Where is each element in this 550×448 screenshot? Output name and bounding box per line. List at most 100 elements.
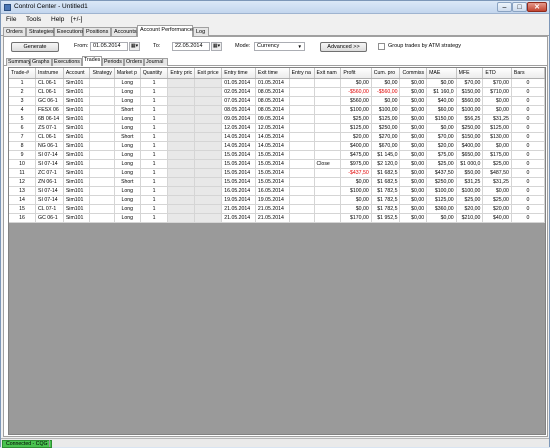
table-cell: $0,00	[482, 186, 512, 196]
table-row[interactable]: 8 NG 06-1 Sim101 Long 1 14.05.2014 14.05.2014 $…	[9, 141, 545, 151]
table-row[interactable]: 7 CL 06-1 Sim101 Short 1 14.05.2014 14.05.2014…	[9, 132, 545, 142]
minimize-button[interactable]: –	[497, 2, 512, 12]
subtab-orders[interactable]: Orders	[124, 58, 144, 66]
table-row[interactable]: 3 GC 06-1 Sim101 Long 1 07.05.2014 08.05.2014 $…	[9, 96, 545, 106]
table-row[interactable]: 16 GC 06-1 Sim101 Long 1 21.05.2014 21.05.2014…	[9, 213, 545, 223]
subtab-periods[interactable]: Periods	[102, 58, 124, 66]
tab-positions[interactable]: Positions	[83, 27, 111, 36]
table-cell: 0	[511, 204, 545, 214]
table-row[interactable]: 4 FESX 06 Sim101 Short 1 08.05.2014 08.05.2014…	[9, 105, 545, 115]
subtab-graphs[interactable]: Graphs	[30, 58, 52, 66]
table-cell: $437,50	[426, 168, 457, 178]
maximize-button[interactable]: □	[512, 2, 527, 12]
advanced-button[interactable]: Advanced >>	[320, 42, 367, 52]
column-header[interactable]: MFE	[456, 68, 484, 79]
column-header[interactable]: Account	[63, 68, 91, 79]
table-cell: $710,00	[482, 87, 512, 97]
group-trades-checkbox[interactable]	[378, 43, 385, 50]
menu-bar: File Tools Help [+/-]	[1, 15, 549, 25]
column-header[interactable]: Market p	[114, 68, 141, 79]
to-date-field[interactable]: 22.05.2014	[172, 42, 210, 51]
column-header[interactable]: Strategy	[89, 68, 115, 79]
table-row[interactable]: 5 6B 06-14 Sim101 Long 1 09.05.2014 09.05.2014…	[9, 114, 545, 124]
column-header[interactable]: Entry time	[221, 68, 256, 79]
trades-grid-area[interactable]: Trade-# Instrume Account Strategy Market p Qu…	[8, 67, 546, 435]
table-row[interactable]: 15 CL 07-1 Sim101 Long 1 21.05.2014 21.05.2014…	[9, 204, 545, 214]
column-header[interactable]: Exit time	[255, 68, 290, 79]
table-cell: Long	[114, 114, 141, 124]
table-cell	[314, 132, 342, 142]
table-cell: 14.05.2014	[221, 141, 256, 151]
table-cell: $0,00	[426, 78, 457, 88]
from-calendar-icon[interactable]: ▦▾	[129, 42, 140, 51]
menu-expand[interactable]: [+/-]	[71, 16, 82, 23]
close-button[interactable]: ✕	[527, 2, 547, 12]
table-cell: Long	[114, 213, 141, 223]
column-header[interactable]: Profit	[340, 68, 372, 79]
to-calendar-icon[interactable]: ▦▾	[211, 42, 222, 51]
table-cell: $1 952,5	[371, 213, 401, 223]
table-cell	[89, 105, 115, 115]
mode-select[interactable]: Currency ▼	[254, 42, 305, 51]
column-header[interactable]: MAE	[426, 68, 457, 79]
column-header[interactable]: Cum. pro	[371, 68, 401, 79]
subtab-executions[interactable]: Executions	[52, 58, 82, 66]
tab-log[interactable]: Log	[193, 27, 209, 36]
column-header[interactable]: Bars	[511, 68, 545, 79]
menu-help[interactable]: Help	[51, 16, 64, 23]
table-cell: 14.05.2014	[255, 132, 290, 142]
table-row[interactable]: 6 ZS 07-1 Sim101 Long 1 12.05.2014 12.05.2014 $…	[9, 123, 545, 133]
table-cell: 1	[140, 213, 169, 223]
table-cell: $210,00	[456, 213, 484, 223]
column-header[interactable]: Instrume	[35, 68, 64, 79]
table-cell: $100,00	[426, 186, 457, 196]
subtab-trades[interactable]: Trades	[82, 56, 102, 66]
column-header[interactable]: Entry pric	[167, 68, 196, 79]
generate-button[interactable]: Generate	[11, 42, 59, 52]
column-header[interactable]: Trade-#	[9, 68, 37, 79]
table-cell: Sim101	[63, 105, 91, 115]
tab-executions[interactable]: Executions	[54, 27, 84, 36]
tab-orders[interactable]: Orders	[3, 27, 26, 36]
column-header[interactable]: Commiss	[399, 68, 428, 79]
column-header[interactable]: Exit price	[194, 68, 223, 79]
table-cell: Long	[114, 96, 141, 106]
table-cell: Sim101	[63, 195, 91, 205]
column-header[interactable]: Entry na	[289, 68, 315, 79]
table-cell: 1	[140, 141, 169, 151]
column-header[interactable]: ETD	[482, 68, 512, 79]
menu-file[interactable]: File	[6, 16, 16, 23]
table-cell	[314, 141, 342, 151]
table-row[interactable]: 11 ZC 07-1 Sim101 Long 1 15.05.2014 15.05.2014…	[9, 168, 545, 178]
menu-tools[interactable]: Tools	[26, 16, 41, 23]
table-cell: Long	[114, 204, 141, 214]
table-cell	[194, 213, 223, 223]
table-cell	[89, 195, 115, 205]
title-bar[interactable]: Control Center - Untitled1 – □ ✕	[1, 1, 549, 14]
column-header[interactable]: Exit nam	[314, 68, 342, 79]
tab-strategies[interactable]: Strategies	[26, 27, 54, 36]
tab-accounts[interactable]: Accounts	[111, 27, 137, 36]
table-cell: Sim101	[63, 114, 91, 124]
subtab-summary[interactable]: Summary	[6, 58, 31, 66]
table-row[interactable]: 10 SI 07-14 Sim101 Long 1 15.05.2014 15.05.201…	[9, 159, 545, 169]
table-cell: $0,00	[399, 132, 428, 142]
table-cell: $250,00	[456, 123, 484, 133]
table-row[interactable]: 9 SI 07-14 Sim101 Long 1 15.05.2014 15.05.2014…	[9, 150, 545, 160]
table-cell: Long	[114, 78, 141, 88]
table-cell: $25,00	[456, 195, 484, 205]
table-row[interactable]: 13 SI 07-14 Sim101 Long 1 16.05.2014 16.05.201…	[9, 186, 545, 196]
table-cell: $150,00	[456, 132, 484, 142]
table-row[interactable]: 2 CL 06-1 Sim101 Long 1 02.05.2014 08.05.2014 -…	[9, 87, 545, 97]
column-header[interactable]: Quantity	[140, 68, 169, 79]
table-row[interactable]: 14 SI 07-14 Sim101 Long 1 19.05.2014 19.05.201…	[9, 195, 545, 205]
from-date-field[interactable]: 01.05.2014	[90, 42, 128, 51]
tab-account-performance[interactable]: Account Performance	[137, 25, 193, 37]
table-cell: $70,00	[426, 132, 457, 142]
table-row[interactable]: 12 ZN 06-1 Sim101 Short 1 15.05.2014 15.05.201…	[9, 177, 545, 187]
subtab-journal[interactable]: Journal	[144, 58, 168, 66]
table-cell: 09.05.2014	[221, 114, 256, 124]
table-row[interactable]: 1 CL 06-1 Sim101 Long 1 01.05.2014 01.05.2014 $…	[9, 78, 545, 88]
table-cell: $20,00	[456, 204, 484, 214]
table-cell: 16.05.2014	[255, 186, 290, 196]
